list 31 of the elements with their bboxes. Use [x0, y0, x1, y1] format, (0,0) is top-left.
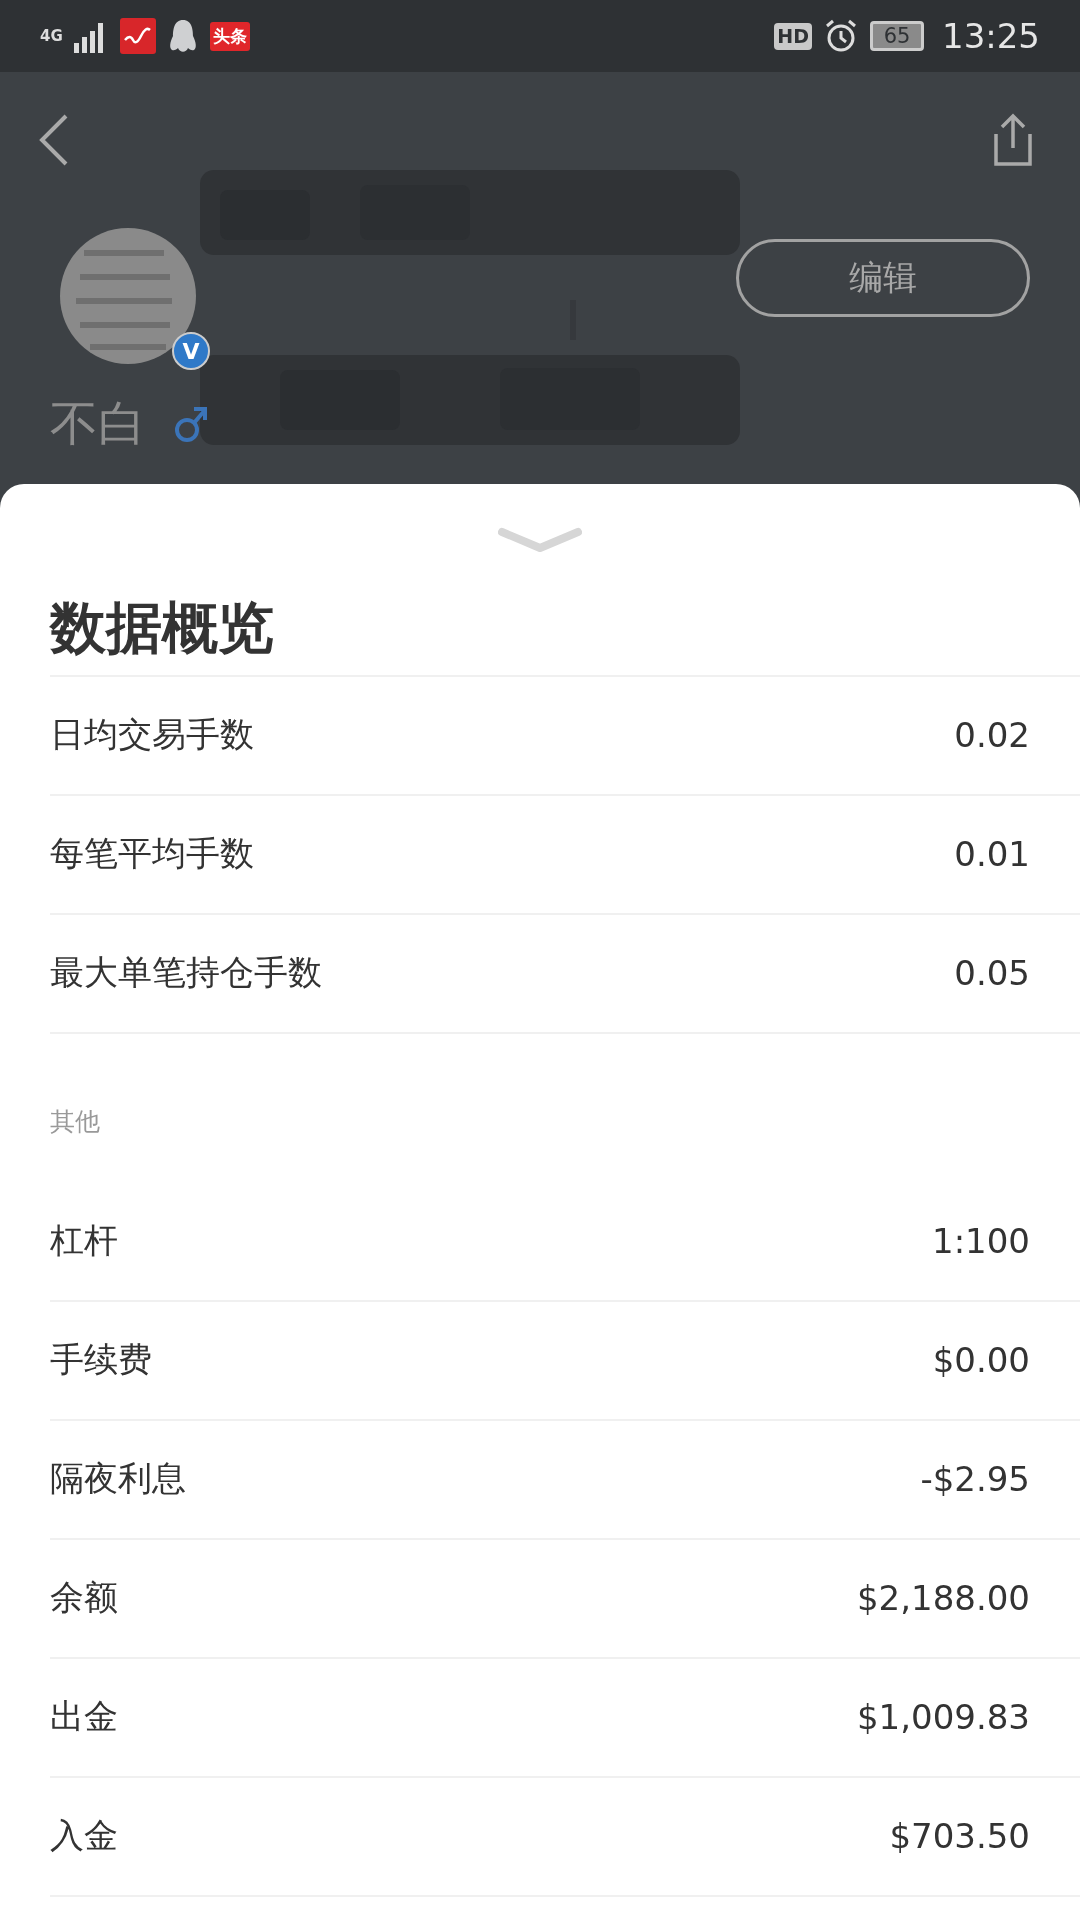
stat-value: 1:100 — [932, 1221, 1030, 1262]
clock-time: 13:25 — [942, 16, 1040, 56]
stat-value: $2,188.00 — [856, 1578, 1030, 1619]
stat-label: 最大单笔持仓手数 — [50, 951, 322, 995]
stat-label: 手续费 — [50, 1338, 152, 1382]
stat-label: 隔夜利息 — [50, 1457, 186, 1501]
stat-value: $0.00 — [932, 1340, 1030, 1381]
battery-level: 65 — [883, 25, 911, 47]
network-label: 4G — [40, 28, 62, 44]
stat-value: 0.02 — [954, 715, 1030, 756]
news-app-icon: 头条 — [210, 21, 250, 51]
stat-value: $703.50 — [889, 1816, 1030, 1857]
stat-value: 0.05 — [954, 953, 1030, 994]
stat-value: 0.01 — [954, 834, 1030, 875]
user-name: 不白 — [50, 394, 146, 453]
stat-label: 入金 — [50, 1814, 118, 1858]
stat-label: 余额 — [50, 1576, 118, 1620]
hd-badge: HD — [774, 22, 812, 50]
stat-label: 出金 — [50, 1695, 118, 1739]
edit-button[interactable]: 编辑 — [736, 239, 1030, 317]
section-label: 其他 — [50, 1105, 101, 1138]
stat-label: 每笔平均手数 — [50, 832, 254, 876]
stat-value: -$2.95 — [920, 1459, 1030, 1500]
penguin-icon — [168, 18, 198, 54]
app-icon — [120, 18, 156, 54]
stat-label: 日均交易手数 — [50, 713, 254, 757]
male-icon — [174, 404, 208, 444]
stat-value: $1,009.83 — [856, 1697, 1030, 1738]
stat-label: 杠杆 — [50, 1219, 118, 1263]
sheet-title: 数据概览 — [50, 594, 275, 662]
alarm-icon — [824, 19, 858, 53]
